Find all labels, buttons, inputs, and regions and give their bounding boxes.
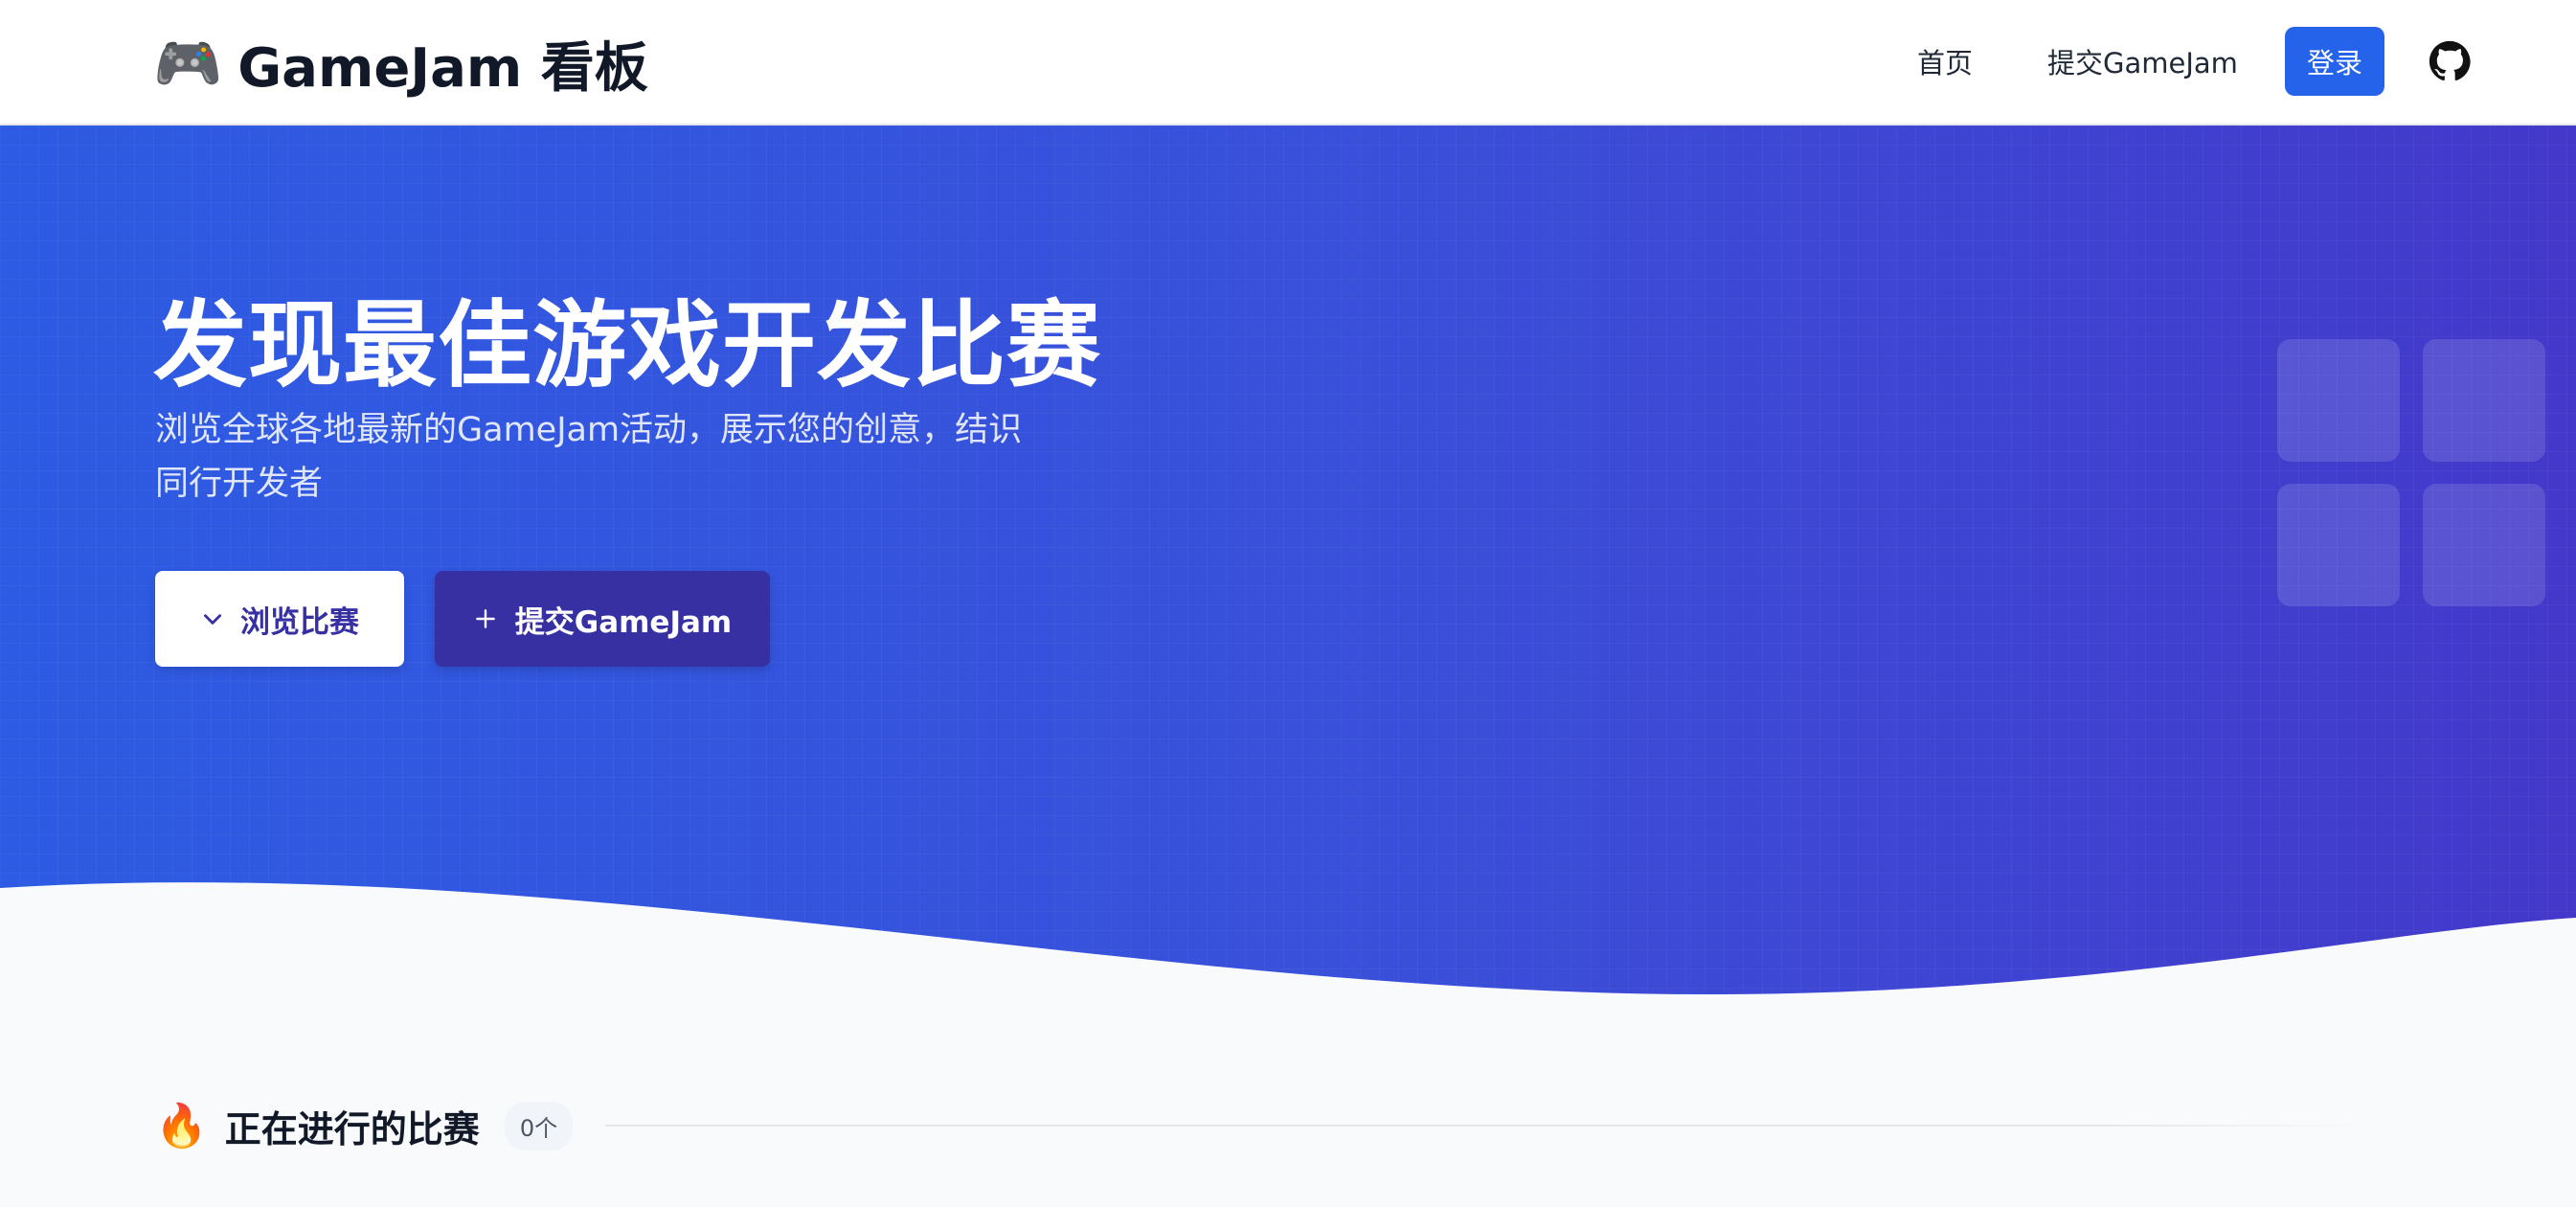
top-navbar: 🎮 GameJam 看板 首页 提交GameJam 登录 [0, 0, 2576, 125]
chevron-down-icon [204, 614, 221, 625]
count-badge: 0个 [504, 1101, 574, 1150]
submit-button-label: 提交GameJam [514, 604, 733, 640]
decorative-tile [2277, 484, 2400, 606]
nav-submit-link[interactable]: 提交GameJam [2047, 34, 2238, 92]
decorative-tile [2277, 339, 2400, 462]
game-controller-icon: 🎮 [153, 30, 223, 96]
browse-competitions-button[interactable]: 浏览比赛 [155, 571, 404, 667]
github-icon[interactable] [2429, 40, 2471, 82]
submit-gamejam-button[interactable]: 提交GameJam [435, 571, 770, 667]
brand-title: GameJam 看板 [237, 36, 648, 100]
fire-icon: 🔥 [155, 1102, 208, 1150]
plus-icon [475, 609, 495, 628]
decorative-tile [2423, 484, 2545, 606]
decorative-tile [2423, 339, 2545, 462]
nav-home-link[interactable]: 首页 [1917, 34, 1973, 92]
section-header-ongoing: 🔥 正在进行的比赛 0个 [155, 1092, 574, 1159]
brand-logo[interactable]: 🎮 GameJam 看板 [153, 21, 648, 105]
login-button[interactable]: 登录 [2285, 27, 2384, 96]
section-divider [605, 1125, 2367, 1127]
browse-button-label: 浏览比赛 [240, 604, 359, 640]
hero-title: 发现最佳游戏开发比赛 [153, 291, 1102, 400]
hero-subtitle: 浏览全球各地最新的GameJam活动，展示您的创意，结识同行开发者 [155, 411, 1023, 503]
section-title: 正在进行的比赛 [224, 1107, 480, 1150]
